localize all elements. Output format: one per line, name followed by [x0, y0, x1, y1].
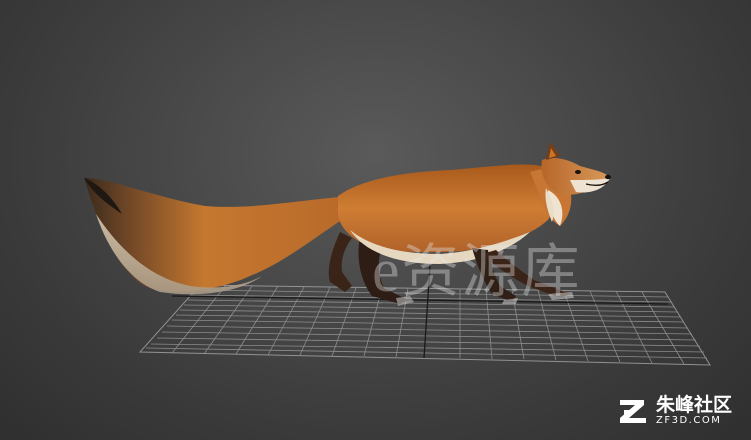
3d-viewport[interactable]: e资源库 朱峰社区 ZF3D.COM: [0, 0, 751, 440]
fox-model: [84, 142, 611, 306]
viewport-scene: [84, 142, 711, 366]
brand-domain: ZF3D.COM: [656, 415, 722, 426]
zf-logo-icon: [620, 400, 646, 423]
brand-name: 朱峰社区: [656, 394, 733, 416]
brand-text: 朱峰社区 ZF3D.COM: [656, 395, 732, 427]
brand-badge: 朱峰社区 ZF3D.COM: [616, 394, 732, 428]
